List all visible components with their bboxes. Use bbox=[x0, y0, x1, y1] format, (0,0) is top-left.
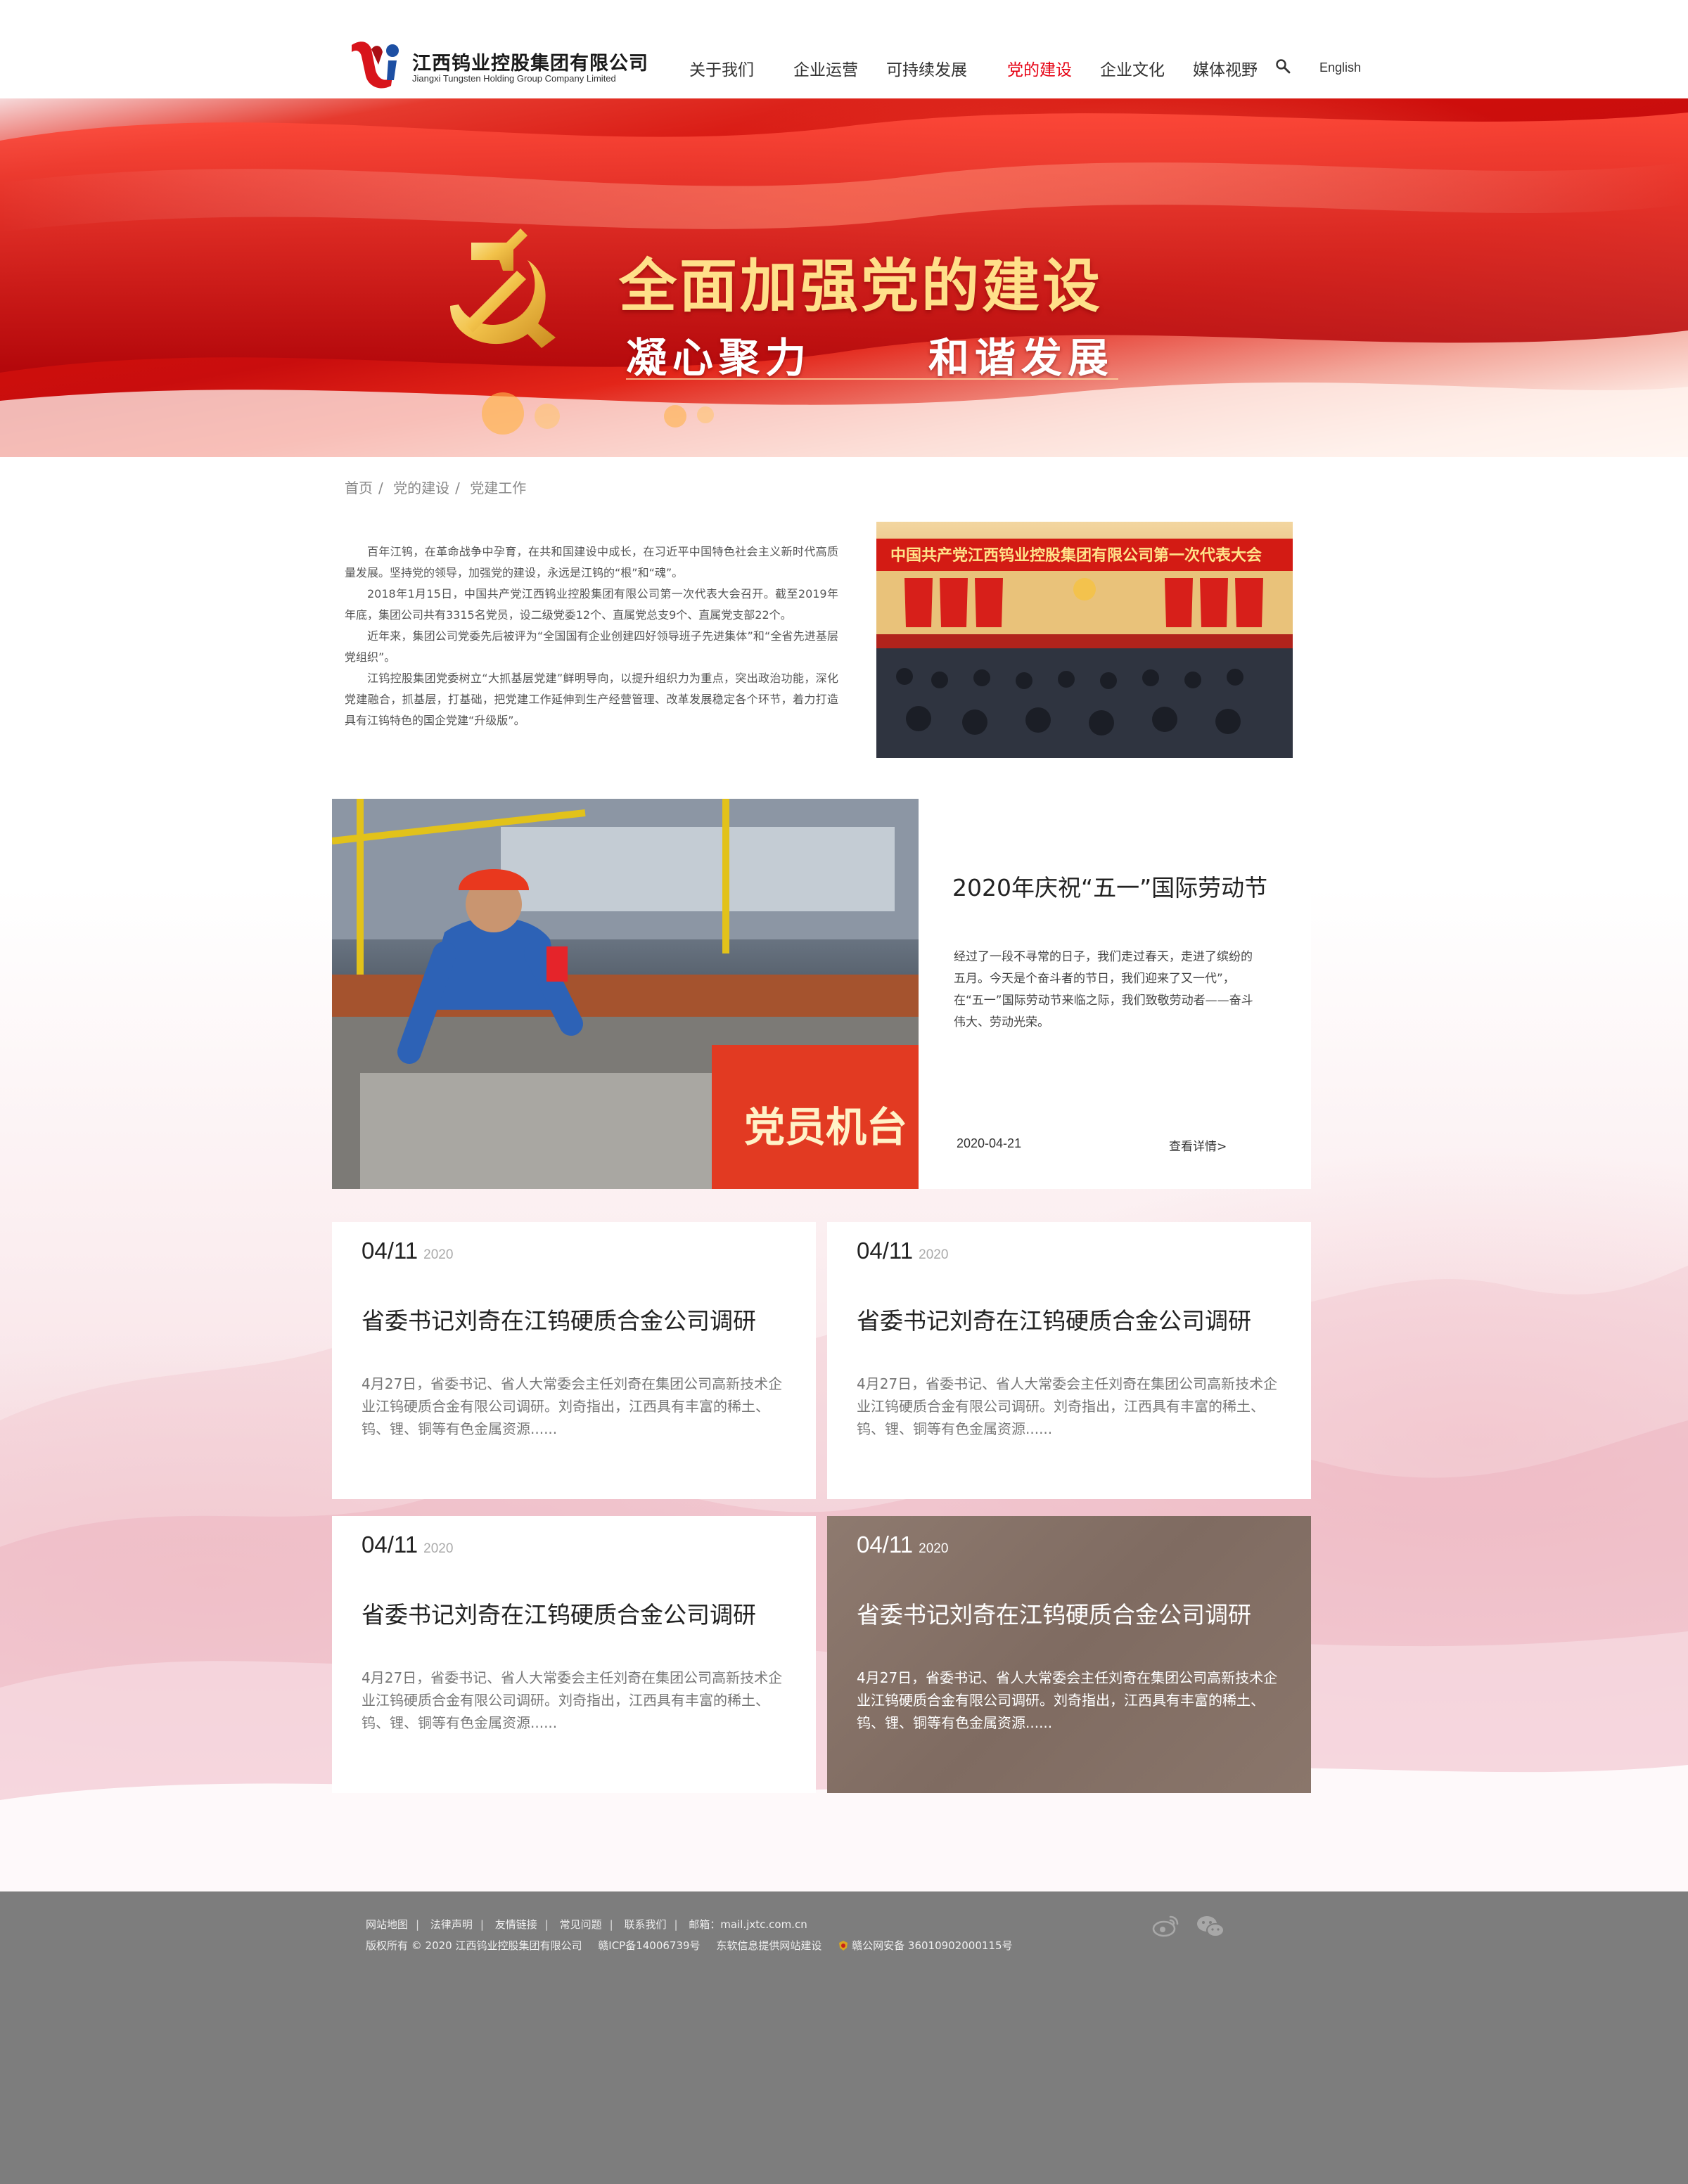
nav-item-culture[interactable]: 企业文化 bbox=[1100, 56, 1165, 80]
news-card[interactable]: 04/11 2020 省委书记刘奇在江钨硬质合金公司调研 4月27日，省委书记、省… bbox=[827, 1222, 1311, 1499]
party-emblem-icon bbox=[450, 229, 556, 348]
footer-link-legal[interactable]: 法律声明 bbox=[430, 1918, 473, 1931]
news-day: 04/11 bbox=[857, 1531, 914, 1557]
language-switch-link[interactable]: English bbox=[1319, 60, 1361, 75]
featured-description: 经过了一段不寻常的日子，我们走过春天，走进了缤纷的五月。今天是个奋斗者的节日，我… bbox=[954, 950, 1253, 1029]
nav-item-party-building[interactable]: 党的建设 bbox=[1007, 56, 1072, 80]
company-logo[interactable]: 江西钨业控股集团有限公司 Jiangxi Tungsten Holding Gr… bbox=[347, 37, 671, 89]
footer-copyright-line: 版权所有 © 2020 江西钨业控股集团有限公司 赣ICP备14006739号 … bbox=[366, 1938, 1038, 1953]
footer-links: 网站地图 | 法律声明 | 友情链接 | 常见问题 | 联系我们 | 邮箱：mail.jx… bbox=[366, 1917, 807, 1932]
news-card[interactable]: 04/11 2020 省委书记刘奇在江钨硬质合金公司调研 4月27日，省委书记、省… bbox=[332, 1222, 816, 1499]
news-card-highlighted[interactable]: 04/11 2020 省委书记刘奇在江钨硬质合金公司调研 4月27日，省委书记、省… bbox=[827, 1516, 1311, 1793]
news-description: 4月27日，省委书记、省人大常委会主任刘奇在集团公司高新技术企业江钨硬质合金有限… bbox=[857, 1669, 1278, 1731]
footer-link-sitemap[interactable]: 网站地图 bbox=[366, 1918, 408, 1931]
logo-mark-icon bbox=[352, 41, 399, 89]
news-description: 4月27日，省委书记、省人大常委会主任刘奇在集团公司高新技术企业江钨硬质合金有限… bbox=[362, 1375, 783, 1437]
news-card[interactable]: 04/11 2020 省委书记刘奇在江钨硬质合金公司调研 4月27日，省委书记、省… bbox=[332, 1516, 816, 1793]
police-badge-icon bbox=[839, 1941, 848, 1951]
intro-paragraph: 江钨控股集团党委树立“大抓基层党建”鲜明导向，以提升组织力为重点，突出政治功能，… bbox=[345, 672, 838, 727]
search-icon[interactable] bbox=[1274, 58, 1291, 75]
news-day: 04/11 bbox=[362, 1238, 418, 1264]
footer-separator: | bbox=[609, 1918, 613, 1931]
banner-title: 全面加强党的建设 bbox=[619, 252, 1104, 320]
banner-subtitle-right: 和谐发展 bbox=[928, 334, 1115, 382]
footer-copyright: 版权所有 © 2020 江西钨业控股集团有限公司 bbox=[366, 1939, 582, 1952]
nav-item-operations[interactable]: 企业运营 bbox=[793, 56, 858, 80]
news-year: 2020 bbox=[919, 1541, 949, 1556]
nav-item-media[interactable]: 媒体视野 bbox=[1193, 56, 1258, 80]
breadcrumb-separator: / bbox=[455, 480, 460, 496]
news-date: 04/11 2020 bbox=[857, 1238, 948, 1264]
breadcrumb: 首页 / 党的建设 / 党建工作 bbox=[345, 477, 532, 497]
congress-photo: 中国共产党江西钨业控股集团有限公司第一次代表大会 bbox=[876, 522, 1293, 758]
news-title[interactable]: 省委书记刘奇在江钨硬质合金公司调研 bbox=[857, 1302, 1251, 1336]
wechat-icon[interactable] bbox=[1196, 1914, 1225, 1939]
site-header: 江西钨业控股集团有限公司 Jiangxi Tungsten Holding Gr… bbox=[0, 0, 1688, 98]
logo-chinese-name: 江西钨业控股集团有限公司 bbox=[412, 53, 648, 75]
featured-date: 2020-04-21 bbox=[957, 1136, 1022, 1150]
news-day: 04/11 bbox=[857, 1238, 914, 1264]
breadcrumb-current: 党建工作 bbox=[470, 480, 527, 496]
intro-text: 百年江钨，在革命战争中孕育，在共和国建设中成长，在习近平中国特色社会主义新时代高… bbox=[345, 541, 838, 731]
banner-subtitle-left: 凝心聚力 bbox=[626, 334, 812, 382]
footer-separator: | bbox=[416, 1918, 420, 1931]
footer-police-text: 赣公网安备 36010902000115号 bbox=[852, 1939, 1013, 1952]
weibo-icon[interactable] bbox=[1152, 1914, 1180, 1938]
news-title[interactable]: 省委书记刘奇在江钨硬质合金公司调研 bbox=[362, 1302, 756, 1336]
news-day: 04/11 bbox=[362, 1531, 418, 1557]
logo-english-name: Jiangxi Tungsten Holding Group Company L… bbox=[412, 73, 616, 84]
footer-link-contact[interactable]: 联系我们 bbox=[624, 1918, 666, 1931]
featured-article-card[interactable]: 2020年庆祝“五一”国际劳动节 经过了一段不寻常的日子，我们走过春天，走进了缤… bbox=[919, 799, 1311, 1189]
intro-paragraph: 近年来，集团公司党委先后被评为“全国国有企业创建四好领导班子先进集体”和“全省先… bbox=[345, 629, 838, 664]
breadcrumb-home[interactable]: 首页 bbox=[345, 480, 373, 496]
congress-photo-caption: 中国共产党江西钨业控股集团有限公司第一次代表大会 bbox=[890, 547, 1262, 565]
news-date: 04/11 2020 bbox=[362, 1531, 453, 1558]
hero-banner: 全面加强党的建设 凝心聚力 和谐发展 bbox=[0, 98, 1688, 457]
intro-paragraph: 百年江钨，在革命战争中孕育，在共和国建设中成长，在习近平中国特色社会主义新时代高… bbox=[345, 545, 838, 579]
breadcrumb-party-building[interactable]: 党的建设 bbox=[393, 480, 449, 496]
featured-photo-sign: 党员机台 bbox=[744, 1103, 908, 1151]
news-year: 2020 bbox=[423, 1247, 454, 1262]
nav-item-sustainability[interactable]: 可持续发展 bbox=[886, 56, 967, 80]
news-year: 2020 bbox=[423, 1541, 454, 1556]
banner-divider bbox=[626, 378, 1118, 380]
footer-link-faq[interactable]: 常见问题 bbox=[560, 1918, 602, 1931]
footer-builder: 东软信息提供网站建设 bbox=[716, 1939, 822, 1952]
breadcrumb-separator: / bbox=[378, 480, 383, 496]
news-title[interactable]: 省委书记刘奇在江钨硬质合金公司调研 bbox=[857, 1596, 1251, 1630]
news-title[interactable]: 省委书记刘奇在江钨硬质合金公司调研 bbox=[362, 1596, 756, 1630]
footer-police-record[interactable]: 赣公网安备 36010902000115号 bbox=[838, 1939, 1025, 1952]
footer-separator: | bbox=[480, 1918, 484, 1931]
footer-link-friends[interactable]: 友情链接 bbox=[495, 1918, 537, 1931]
footer-icp-link[interactable]: 赣ICP备14006739号 bbox=[598, 1939, 700, 1952]
footer-separator: | bbox=[544, 1918, 549, 1931]
news-date: 04/11 2020 bbox=[362, 1238, 453, 1264]
intro-paragraph: 2018年1月15日，中国共产党江西钨业控股集团有限公司第一次代表大会召开。截至… bbox=[345, 587, 838, 622]
featured-title[interactable]: 2020年庆祝“五一”国际劳动节 bbox=[952, 869, 1267, 903]
site-footer: 网站地图 | 法律声明 | 友情链接 | 常见问题 | 联系我们 | 邮箱：mail.jx… bbox=[0, 1891, 1688, 2184]
footer-separator: | bbox=[674, 1918, 678, 1931]
footer-email-link[interactable]: 邮箱：mail.jxtc.com.cn bbox=[689, 1918, 807, 1931]
news-date: 04/11 2020 bbox=[857, 1531, 948, 1558]
featured-photo[interactable]: 党员机台 bbox=[332, 799, 919, 1189]
featured-read-more-link[interactable]: 查看详情> bbox=[1169, 1136, 1227, 1154]
nav-item-about[interactable]: 关于我们 bbox=[689, 56, 754, 80]
news-description: 4月27日，省委书记、省人大常委会主任刘奇在集团公司高新技术企业江钨硬质合金有限… bbox=[362, 1669, 783, 1731]
news-year: 2020 bbox=[919, 1247, 949, 1262]
news-description: 4月27日，省委书记、省人大常委会主任刘奇在集团公司高新技术企业江钨硬质合金有限… bbox=[857, 1375, 1278, 1437]
